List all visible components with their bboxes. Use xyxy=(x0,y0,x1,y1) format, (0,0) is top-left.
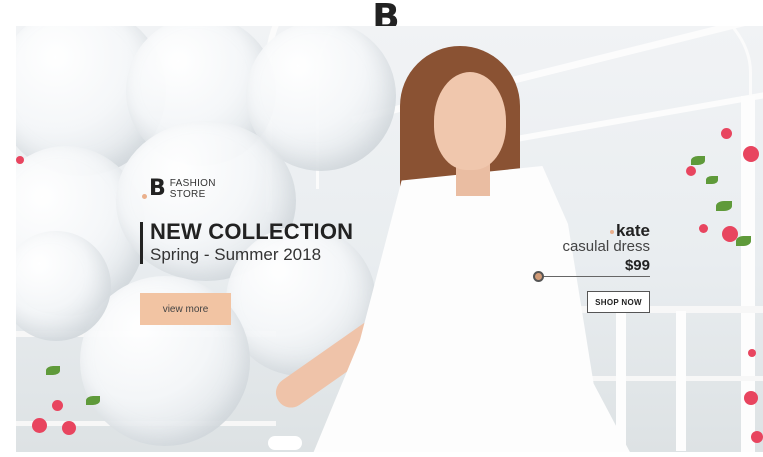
rose xyxy=(699,224,708,233)
hero-headline: NEW COLLECTION xyxy=(150,219,354,244)
view-more-button[interactable]: view more xyxy=(140,293,231,325)
product-hotspot[interactable] xyxy=(533,271,544,282)
brand-mark[interactable]: B FASHION STORE xyxy=(142,177,216,201)
rose xyxy=(32,418,47,433)
leaf xyxy=(706,176,718,184)
rose xyxy=(16,156,24,164)
leaf xyxy=(86,396,100,405)
rose xyxy=(751,431,763,443)
brand-letter: B xyxy=(149,176,166,201)
rose xyxy=(722,226,738,242)
rose xyxy=(743,146,759,162)
leaf xyxy=(691,156,705,165)
railing-bottom xyxy=(581,376,763,381)
model-shoe xyxy=(268,436,302,450)
headline-accent-bar xyxy=(140,222,143,264)
rose xyxy=(748,349,756,357)
railing-post xyxy=(676,311,686,451)
rose xyxy=(62,421,76,435)
hotspot-line xyxy=(540,276,650,277)
rose xyxy=(52,400,63,411)
hero-subheadline: Spring - Summer 2018 xyxy=(150,245,322,264)
brand-name-line1: FASHION xyxy=(169,178,216,189)
brand-name: FASHION STORE xyxy=(170,178,216,200)
rose xyxy=(686,166,696,176)
leaf xyxy=(736,236,751,246)
leaf xyxy=(716,201,732,211)
rose xyxy=(721,128,732,139)
rose xyxy=(744,391,758,405)
shop-now-button[interactable]: SHOP NOW xyxy=(587,291,650,313)
hero-banner xyxy=(16,26,763,452)
leaf xyxy=(46,366,60,375)
product-name-dot xyxy=(609,229,614,234)
product-description: casulal dress xyxy=(562,238,650,255)
brand-dot xyxy=(142,193,147,199)
product-price: $99 xyxy=(624,257,650,274)
brand-name-line2: STORE xyxy=(169,189,206,200)
model-face xyxy=(434,72,506,170)
